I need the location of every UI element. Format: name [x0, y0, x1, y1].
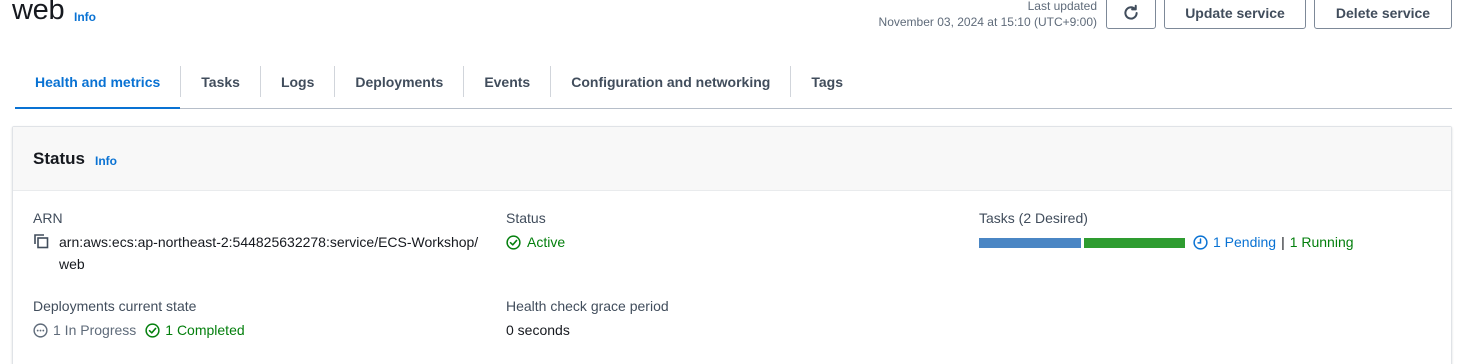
tasks-pending-link[interactable]: 1 Pending — [1213, 234, 1276, 250]
clock-icon — [1193, 234, 1208, 250]
tab-health-and-metrics[interactable]: Health and metrics — [15, 66, 181, 109]
arn-value: arn:aws:ecs:ap-northeast-2:544825632278:… — [59, 234, 479, 272]
tasks-running-link[interactable]: 1 Running — [1290, 234, 1354, 250]
tab-logs[interactable]: Logs — [261, 66, 334, 108]
copy-icon[interactable] — [33, 233, 49, 249]
tab-events[interactable]: Events — [464, 66, 550, 108]
deployments-in-progress: 1 In Progress — [53, 322, 137, 338]
status-label: Status — [506, 210, 546, 226]
status-panel: Status Info ARN arn:aws:ecs:ap-northeast… — [12, 126, 1452, 364]
check-circle-icon — [506, 234, 521, 250]
status-value: Active — [506, 234, 565, 250]
grace-period-label: Health check grace period — [506, 298, 669, 314]
tasks-counts: 1 Pending | 1 Running — [1193, 234, 1354, 250]
arn-label: ARN — [33, 210, 63, 226]
status-panel-header: Status Info — [13, 127, 1451, 191]
deployments-completed: 1 Completed — [165, 322, 245, 338]
page-title: web — [12, 0, 65, 26]
check-circle-icon — [145, 322, 160, 338]
deployments-state: 1 In Progress 1 Completed — [33, 322, 245, 338]
last-updated-value: November 03, 2024 at 15:10 (UTC+9:00) — [878, 15, 1097, 29]
grace-period-value: 0 seconds — [506, 322, 570, 338]
tasks-separator: | — [1281, 234, 1285, 250]
ellipsis-circle-icon — [33, 322, 48, 338]
tasks-progress-bar — [979, 238, 1185, 248]
tab-deployments[interactable]: Deployments — [335, 66, 463, 108]
status-value-text: Active — [527, 234, 566, 250]
tab-configuration-and-networking[interactable]: Configuration and networking — [551, 66, 790, 108]
tasks-running-segment — [1083, 238, 1185, 248]
delete-service-button[interactable]: Delete service — [1314, 0, 1452, 29]
last-updated-label: Last updated — [1027, 0, 1097, 13]
arn-field: arn:aws:ecs:ap-northeast-2:544825632278:… — [33, 231, 483, 275]
status-panel-title: Status — [33, 149, 85, 168]
tasks-pending-segment — [979, 238, 1081, 248]
deployments-label: Deployments current state — [33, 298, 197, 314]
tasks-label: Tasks (2 Desired) — [979, 210, 1088, 226]
refresh-icon — [1124, 4, 1138, 20]
title-info-link[interactable]: Info — [74, 10, 96, 24]
status-info-link[interactable]: Info — [95, 154, 117, 168]
update-service-button[interactable]: Update service — [1164, 0, 1306, 29]
tab-tasks[interactable]: Tasks — [181, 66, 260, 108]
refresh-button[interactable] — [1106, 0, 1156, 29]
last-updated: Last updated November 03, 2024 at 15:10 … — [879, 0, 1097, 30]
tab-tags[interactable]: Tags — [791, 66, 863, 108]
tab-bar: Health and metrics Tasks Logs Deployment… — [15, 66, 1452, 109]
